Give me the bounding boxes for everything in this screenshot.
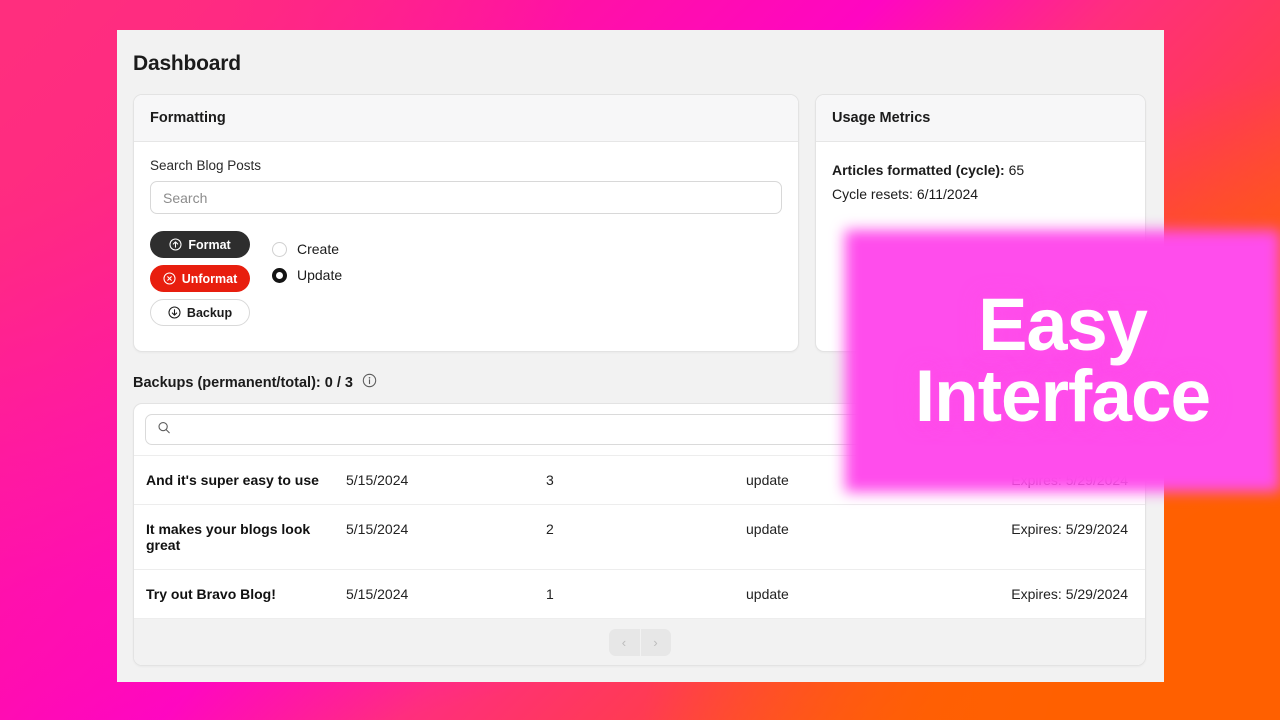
cycle-resets-metric: Cycle resets: 6/11/2024 <box>832 182 1129 206</box>
page-title: Dashboard <box>133 52 241 75</box>
unformat-button-label: Unformat <box>181 271 238 286</box>
cycle-resets-label: Cycle resets: <box>832 186 913 203</box>
backup-title: And it's super easy to use <box>146 472 319 488</box>
usage-metrics-card-body: Articles formatted (cycle): 65 Cycle res… <box>816 142 1145 222</box>
formatting-card-body: Search Blog Posts Format <box>134 142 798 342</box>
radio-create-label: Create <box>297 241 340 257</box>
radio-create[interactable]: Create <box>272 241 342 257</box>
chevron-right-icon[interactable]: › <box>639 628 671 656</box>
table-row[interactable]: Try out Bravo Blog! 5/15/2024 1 update E… <box>134 569 1145 619</box>
promo-overlay-text: Easy Interface <box>845 236 1280 486</box>
articles-formatted-label: Articles formatted (cycle): <box>832 162 1005 178</box>
cycle-resets-value: 6/11/2024 <box>916 186 979 203</box>
usage-metrics-card-header: Usage Metrics <box>816 95 1145 142</box>
backup-action: update <box>746 521 789 537</box>
backup-title: It makes your blogs look great <box>146 521 311 553</box>
chevron-left-icon[interactable]: ‹ <box>608 628 640 656</box>
formatting-controls-row: Format Unformat Backup Create Update <box>150 231 782 326</box>
info-circle-icon[interactable] <box>362 373 377 392</box>
radio-update-label: Update <box>297 267 343 283</box>
search-blog-posts-input[interactable] <box>150 181 782 214</box>
backup-count: 1 <box>546 586 554 602</box>
x-circle-icon <box>163 272 176 285</box>
backup-count: 3 <box>546 472 554 488</box>
promo-line-2: Interface <box>914 356 1211 438</box>
radio-update-indicator <box>272 267 287 283</box>
pagination-controls: ‹ › <box>608 628 671 656</box>
table-row[interactable]: It makes your blogs look great 5/15/2024… <box>134 504 1145 570</box>
backup-action: update <box>746 586 789 602</box>
backup-expires: Expires: 5/29/2024 <box>1011 521 1128 537</box>
unformat-button[interactable]: Unformat <box>150 265 250 292</box>
formatting-card-header: Formatting <box>134 95 798 142</box>
pagination-bar: ‹ › <box>134 618 1145 665</box>
articles-formatted-metric: Articles formatted (cycle): 65 <box>832 158 1129 182</box>
formatting-card: Formatting Search Blog Posts Search Form… <box>133 94 799 352</box>
backup-button[interactable]: Backup <box>150 299 250 326</box>
backup-button-label: Backup <box>186 305 233 320</box>
action-button-stack: Format Unformat Backup <box>150 231 250 326</box>
mode-radio-group: Create Update <box>272 231 342 283</box>
radio-update[interactable]: Update <box>272 267 342 283</box>
format-button-label: Format <box>188 237 231 252</box>
format-button[interactable]: Format <box>150 231 250 258</box>
backup-title: Try out Bravo Blog! <box>146 586 276 602</box>
search-icon <box>157 420 171 439</box>
promo-line-1: Easy <box>978 282 1148 366</box>
backups-heading-label: Backups (permanent/total): 0 / 3 <box>133 374 353 391</box>
search-blog-posts-label: Search Blog Posts <box>150 158 262 173</box>
backup-expires: Expires: 5/29/2024 <box>1011 586 1128 602</box>
backup-date: 5/15/2024 <box>346 586 409 602</box>
backup-date: 5/15/2024 <box>346 521 409 537</box>
articles-formatted-value: 65 <box>1008 162 1025 178</box>
backup-date: 5/15/2024 <box>346 472 409 488</box>
arrow-down-circle-icon <box>168 306 181 319</box>
radio-create-indicator <box>272 241 287 257</box>
arrow-up-circle-icon <box>169 238 182 251</box>
backup-count: 2 <box>546 521 554 537</box>
